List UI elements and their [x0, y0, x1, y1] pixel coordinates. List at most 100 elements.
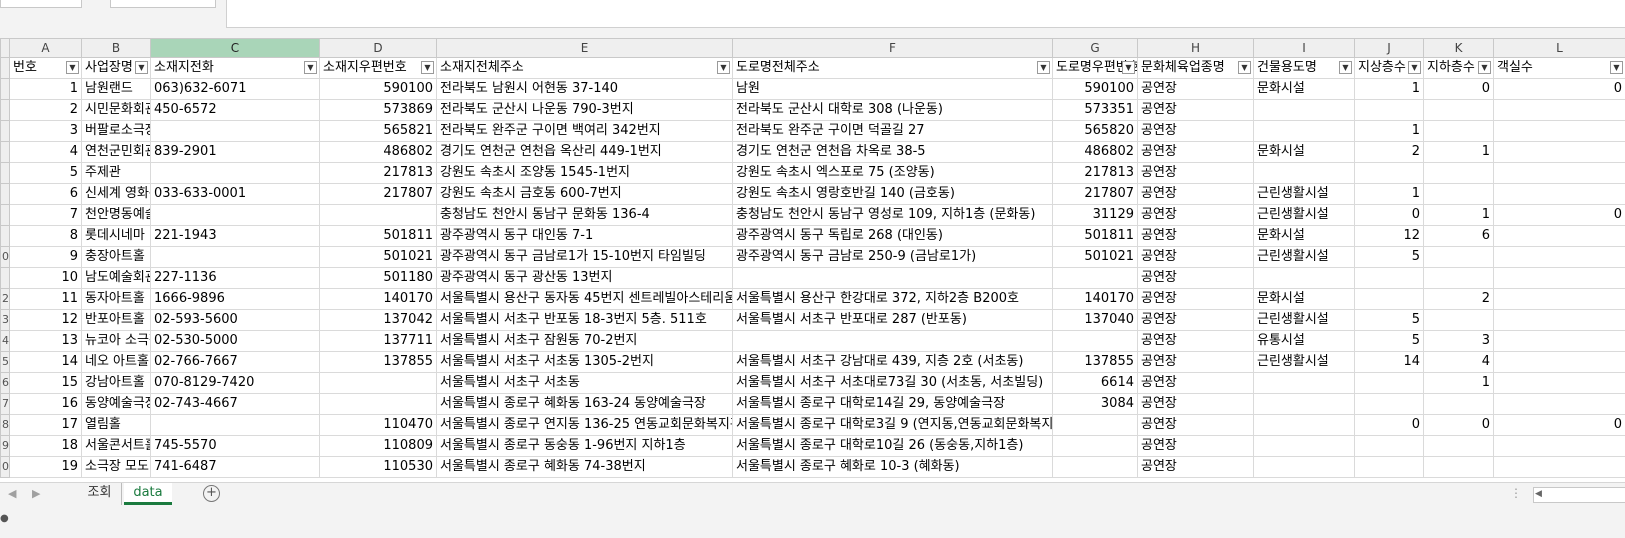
table-cell[interactable]: 공연장: [1138, 394, 1254, 415]
table-cell[interactable]: 140170: [1053, 289, 1138, 310]
table-cell[interactable]: 5: [10, 163, 82, 184]
table-cell[interactable]: 745-5570: [151, 436, 320, 457]
header-cell[interactable]: 지상층수▼: [1355, 58, 1424, 79]
table-cell[interactable]: [1355, 394, 1424, 415]
table-cell[interactable]: 12: [10, 310, 82, 331]
table-cell[interactable]: [1494, 394, 1625, 415]
table-cell[interactable]: 서울특별시 용산구 동자동 45번지 센트레빌아스테리움: [437, 289, 733, 310]
row-number[interactable]: 8: [1, 415, 10, 436]
table-cell[interactable]: [1494, 142, 1625, 163]
table-cell[interactable]: 서울특별시 서초구 반포동 18-3번지 5층. 511호: [437, 310, 733, 331]
table-cell[interactable]: 2: [10, 100, 82, 121]
column-letter-g[interactable]: G: [1053, 39, 1138, 58]
table-cell[interactable]: 강남아트홀: [82, 373, 151, 394]
table-cell[interactable]: 광주광역시 동구 대인동 7-1: [437, 226, 733, 247]
tab-jo-hoe[interactable]: 조회: [78, 483, 122, 505]
table-cell[interactable]: [1494, 226, 1625, 247]
table-cell[interactable]: 14: [1355, 352, 1424, 373]
column-letter-e[interactable]: E: [437, 39, 733, 58]
filter-dropdown-icon[interactable]: ▼: [421, 61, 434, 74]
table-cell[interactable]: 1: [1424, 205, 1494, 226]
table-cell[interactable]: 강원도 속초시 금호동 600-7번지: [437, 184, 733, 205]
table-cell[interactable]: [1424, 163, 1494, 184]
table-cell[interactable]: [1053, 436, 1138, 457]
horizontal-scrollbar[interactable]: ◀: [1533, 487, 1625, 503]
table-cell[interactable]: 565821: [320, 121, 437, 142]
table-cell[interactable]: [1424, 436, 1494, 457]
table-cell[interactable]: 217807: [1053, 184, 1138, 205]
table-cell[interactable]: 12: [1355, 226, 1424, 247]
table-cell[interactable]: 동양예술극장: [82, 394, 151, 415]
table-cell[interactable]: [1494, 247, 1625, 268]
table-cell[interactable]: [1494, 289, 1625, 310]
table-cell[interactable]: 590100: [320, 79, 437, 100]
table-cell[interactable]: 서울특별시 종로구 동숭동 1-96번지 지하1층: [437, 436, 733, 457]
table-cell[interactable]: [1424, 184, 1494, 205]
header-cell[interactable]: 소재지전체주소▼: [437, 58, 733, 79]
table-cell[interactable]: [1355, 373, 1424, 394]
table-cell[interactable]: 광주광역시 동구 광산동 13번지: [437, 268, 733, 289]
table-cell[interactable]: 0: [1494, 415, 1625, 436]
table-cell[interactable]: 서울특별시 종로구 혜화로 10-3 (혜화동): [733, 457, 1053, 478]
table-cell[interactable]: [1254, 373, 1355, 394]
table-cell[interactable]: [1424, 268, 1494, 289]
table-cell[interactable]: 강원도 속초시 영랑호반길 140 (금호동): [733, 184, 1053, 205]
table-cell[interactable]: 0: [1424, 415, 1494, 436]
table-cell[interactable]: 486802: [320, 142, 437, 163]
table-cell[interactable]: [1053, 268, 1138, 289]
row-number[interactable]: 0: [1, 457, 10, 478]
table-cell[interactable]: 13: [10, 331, 82, 352]
table-cell[interactable]: 서울특별시 종로구 혜화동 163-24 동양예술극장: [437, 394, 733, 415]
table-cell[interactable]: 02-743-4667: [151, 394, 320, 415]
next-sheet-icon[interactable]: ▶: [32, 487, 40, 500]
table-cell[interactable]: 전라북도 남원시 어현동 37-140: [437, 79, 733, 100]
formula-input[interactable]: [226, 0, 1625, 28]
table-cell[interactable]: 110530: [320, 457, 437, 478]
table-cell[interactable]: 5: [1355, 310, 1424, 331]
row-number[interactable]: 4: [1, 331, 10, 352]
table-cell[interactable]: 450-6572: [151, 100, 320, 121]
table-cell[interactable]: 전라북도 군산시 대학로 308 (나운동): [733, 100, 1053, 121]
row-number[interactable]: [1, 100, 10, 121]
table-cell[interactable]: 1666-9896: [151, 289, 320, 310]
row-number[interactable]: 7: [1, 394, 10, 415]
table-cell[interactable]: 5: [1355, 247, 1424, 268]
table-cell[interactable]: [1254, 163, 1355, 184]
table-cell[interactable]: 공연장: [1138, 184, 1254, 205]
column-letter-c[interactable]: C: [151, 39, 320, 58]
table-cell[interactable]: [733, 331, 1053, 352]
filter-dropdown-icon[interactable]: ▼: [1122, 61, 1135, 74]
table-cell[interactable]: 광주광역시 동구 금남로1가 15-10번지 타임빌딩: [437, 247, 733, 268]
table-cell[interactable]: 31129: [1053, 205, 1138, 226]
table-cell[interactable]: 573351: [1053, 100, 1138, 121]
table-cell[interactable]: 6: [1424, 226, 1494, 247]
filter-dropdown-icon[interactable]: ▼: [1610, 61, 1623, 74]
prev-sheet-icon[interactable]: ◀: [8, 487, 16, 500]
table-cell[interactable]: 남원: [733, 79, 1053, 100]
table-cell[interactable]: [1494, 100, 1625, 121]
table-cell[interactable]: 02-766-7667: [151, 352, 320, 373]
table-cell[interactable]: 9: [10, 247, 82, 268]
tab-data[interactable]: data: [124, 483, 172, 505]
table-cell[interactable]: 뉴코아 소극장: [82, 331, 151, 352]
table-cell[interactable]: 충청남도 천안시 동남구 문화동 136-4: [437, 205, 733, 226]
filter-dropdown-icon[interactable]: ▼: [1408, 61, 1421, 74]
table-cell[interactable]: 경기도 연천군 연천읍 차옥로 38-5: [733, 142, 1053, 163]
table-cell[interactable]: [1053, 457, 1138, 478]
table-cell[interactable]: [320, 205, 437, 226]
table-cell[interactable]: 근린생활시설: [1254, 205, 1355, 226]
table-cell[interactable]: 공연장: [1138, 163, 1254, 184]
table-cell[interactable]: 전라북도 군산시 나운동 790-3번지: [437, 100, 733, 121]
table-cell[interactable]: 강원도 속초시 엑스포로 75 (조양동): [733, 163, 1053, 184]
column-letter-a[interactable]: A: [10, 39, 82, 58]
table-cell[interactable]: 6: [10, 184, 82, 205]
table-cell[interactable]: 공연장: [1138, 268, 1254, 289]
table-cell[interactable]: 227-1136: [151, 268, 320, 289]
table-cell[interactable]: 공연장: [1138, 415, 1254, 436]
table-cell[interactable]: [1424, 310, 1494, 331]
header-cell[interactable]: 사업장명▼: [82, 58, 151, 79]
table-cell[interactable]: 4: [10, 142, 82, 163]
table-cell[interactable]: 남도예술회관: [82, 268, 151, 289]
table-cell[interactable]: 1: [10, 79, 82, 100]
column-letter-j[interactable]: J: [1355, 39, 1424, 58]
